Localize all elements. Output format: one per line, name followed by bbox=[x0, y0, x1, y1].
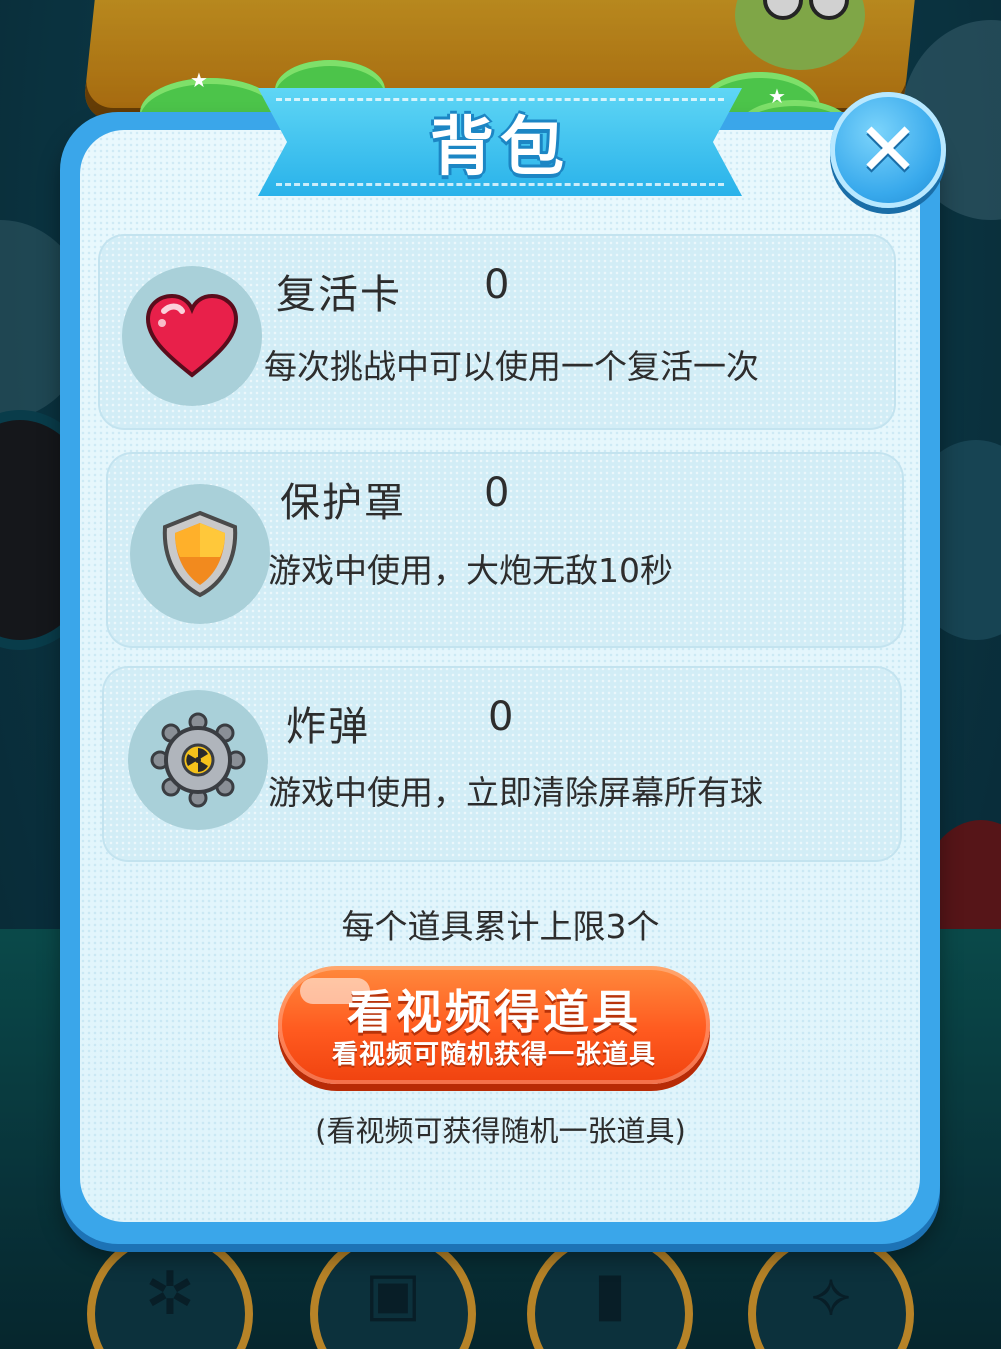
item-icon-circle bbox=[130, 484, 270, 624]
item-description: 每次挑战中可以使用一个复活一次 bbox=[264, 347, 759, 386]
heart-icon bbox=[145, 293, 239, 378]
item-limit-text: 每个道具累计上限3个 bbox=[341, 907, 660, 946]
watch-video-button[interactable]: 看视频得道具 看视频可随机获得一张道具 bbox=[278, 966, 710, 1084]
item-name: 保护罩 bbox=[280, 480, 406, 526]
item-count: 0 bbox=[484, 470, 510, 516]
item-count: 0 bbox=[488, 694, 514, 740]
video-hint-text: (看视频可获得随机一张道具) bbox=[315, 1114, 686, 1148]
shield-icon bbox=[162, 510, 238, 598]
close-button[interactable]: ✕ bbox=[830, 92, 946, 208]
item-card-revive: 复活卡 0 每次挑战中可以使用一个复活一次 bbox=[98, 234, 896, 430]
item-count: 0 bbox=[484, 262, 510, 308]
item-name: 复活卡 bbox=[276, 272, 402, 318]
item-icon-circle bbox=[122, 266, 262, 406]
star-icon: ★ bbox=[768, 84, 786, 108]
item-card-bomb: 炸弹 0 游戏中使用，立即清除屏幕所有球 bbox=[102, 666, 902, 862]
watch-video-button-sublabel: 看视频可随机获得一张道具 bbox=[331, 1040, 656, 1070]
star-icon: ★ bbox=[190, 68, 208, 92]
item-card-shield: 保护罩 0 游戏中使用，大炮无敌10秒 bbox=[106, 452, 904, 648]
item-name: 炸弹 bbox=[286, 704, 370, 750]
item-description: 游戏中使用，大炮无敌10秒 bbox=[268, 551, 673, 590]
item-icon-circle bbox=[128, 690, 268, 830]
bomb-icon bbox=[150, 712, 246, 808]
item-description: 游戏中使用，立即清除屏幕所有球 bbox=[268, 773, 763, 812]
watch-video-button-label: 看视频得道具 bbox=[347, 985, 641, 1039]
dialog-title: 背包 bbox=[430, 111, 570, 185]
close-icon: ✕ bbox=[856, 107, 919, 193]
